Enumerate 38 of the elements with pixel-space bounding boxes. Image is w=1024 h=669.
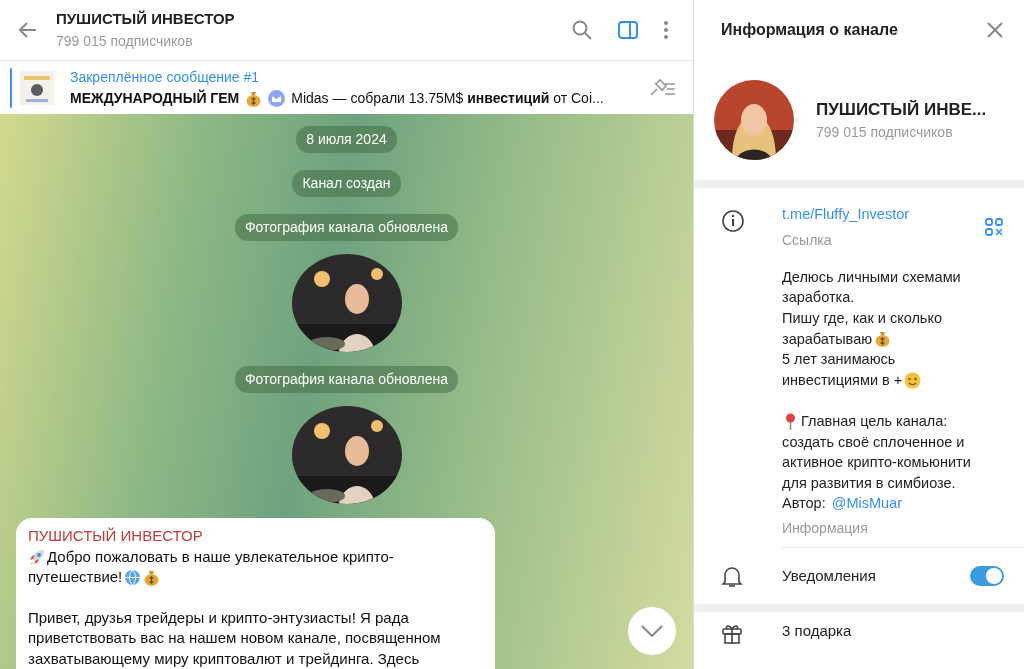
panel-title: Информация о канале	[721, 20, 898, 40]
money-bag-icon	[143, 568, 161, 586]
channel-link[interactable]: t.me/Fluffy_Investor	[782, 204, 910, 226]
pinned-title[interactable]: Закреплённое сообщение #1	[70, 66, 647, 88]
notifications-label: Уведомления	[782, 565, 877, 586]
chevron-down-icon	[641, 625, 663, 637]
description-caption: Информация	[782, 518, 869, 538]
search-button[interactable]	[571, 19, 593, 41]
info-icon	[721, 208, 745, 233]
more-button[interactable]	[663, 19, 669, 41]
service-message: Фотография канала обновлена	[234, 214, 459, 241]
rocket-icon	[28, 548, 45, 566]
pinned-text: Midas — собрали 13.75M$ инвестиций от Coi...	[291, 88, 604, 108]
logo-icon	[268, 89, 286, 107]
bell-icon	[721, 564, 743, 589]
service-message: Канал создан	[292, 170, 401, 197]
money-bag-icon	[874, 330, 892, 348]
pinned-text: МЕЖДУНАРОДНЫЙ ГЕМ	[70, 88, 240, 108]
channel-name: ПУШИСТЫЙ ИНВЕ...	[816, 98, 987, 121]
winking-face-icon	[904, 371, 922, 389]
close-button[interactable]	[986, 21, 1004, 39]
gifts-count[interactable]: 3 подарка	[782, 619, 852, 644]
author-link[interactable]: @MisMuar	[831, 493, 902, 514]
date-label: 8 июля 2024	[296, 126, 397, 153]
subscriber-count: 799 015 подписчиков	[56, 31, 194, 51]
scroll-down-button[interactable]	[628, 607, 676, 655]
channel-description: Делюсь личными схемами заработка. Пишу где, как и сколько зарабатываю 5 лет занимаюсь инвестициями в + Главная цель канала: создать своё сплоченное и активное крипто-комьюнити для развития в симбиозе. Автор: @MisMuar	[782, 267, 972, 514]
message-text: Добро пожаловать в наше увлекательное крипто- путешествие! Привет, друзья трейдеры и крипто-энтузиасты! Я рада приветствовать вас на нашем новом канале, посвященном захватывающему миру криптовалют и трейдинга. Здесь	[28, 546, 442, 669]
subscriber-count: 799 015 подписчиков	[816, 123, 954, 143]
globe-icon	[124, 568, 142, 586]
side-panel-button[interactable]	[617, 19, 639, 41]
notifications-toggle[interactable]	[970, 565, 1004, 586]
money-bag-icon	[245, 89, 263, 107]
service-message: Фотография канала обновлена	[234, 366, 459, 393]
qr-code-button[interactable]	[984, 217, 1004, 238]
channel-title: ПУШИСТЫЙ ИНВЕСТОР	[56, 9, 236, 30]
link-caption: Ссылка	[782, 230, 833, 250]
sender-name: ПУШИСТЫЙ ИНВЕСТОР	[28, 526, 204, 546]
